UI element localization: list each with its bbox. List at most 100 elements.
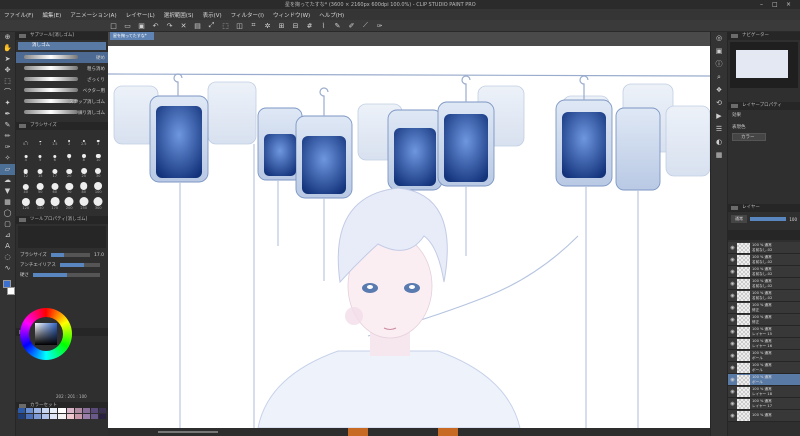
- menu-file[interactable]: ファイル(F): [4, 11, 33, 19]
- figure-tool-icon[interactable]: ◯: [0, 208, 15, 219]
- color-history-icon[interactable]: ◐: [711, 136, 727, 149]
- ruler-snap-icon[interactable]: ⊟: [292, 22, 299, 30]
- layer-row[interactable]: ◉ 100 % 通常 レイヤー 15: [728, 326, 800, 338]
- eye-icon[interactable]: ◉: [728, 293, 737, 299]
- horizontal-scrollbar[interactable]: [158, 431, 218, 433]
- line-correction-icon[interactable]: ∿: [0, 263, 15, 274]
- text-tool-icon[interactable]: A: [0, 241, 15, 252]
- subtool-group-tab[interactable]: 消しゴム: [18, 42, 106, 50]
- open-file-icon[interactable]: ▭: [124, 22, 131, 30]
- menu-selection[interactable]: 選択範囲(S): [164, 11, 194, 19]
- eye-icon[interactable]: ◉: [728, 413, 737, 419]
- brush-size-preset[interactable]: 250: [77, 196, 91, 210]
- brush-size-preset[interactable]: 80: [77, 180, 91, 194]
- brush-tool-icon[interactable]: ✑: [0, 142, 15, 153]
- subtool-item[interactable]: ざっくり: [16, 74, 108, 85]
- brush-size-preset[interactable]: 170: [48, 196, 62, 210]
- eye-icon[interactable]: ◉: [728, 389, 737, 395]
- sub-color-swatch[interactable]: [7, 287, 15, 295]
- material-icon[interactable]: ❖: [711, 84, 727, 97]
- tool-property-slider[interactable]: [50, 253, 90, 257]
- brush-size-preset[interactable]: 120: [19, 196, 33, 210]
- pen-tool-icon[interactable]: ✎: [0, 120, 15, 131]
- brush-size-preset[interactable]: 0.7: [19, 132, 33, 146]
- brush-size-preset[interactable]: 12: [19, 164, 33, 178]
- zoom-tool-icon[interactable]: ⊕: [0, 32, 15, 43]
- menu-layer[interactable]: レイヤー(L): [126, 11, 155, 19]
- history-icon[interactable]: ⟲: [711, 97, 727, 110]
- palette-swatch[interactable]: [90, 414, 98, 419]
- blend-mode-select[interactable]: 通常: [731, 215, 747, 223]
- brush-size-preset[interactable]: 100: [92, 180, 106, 194]
- auto-action-icon[interactable]: ▶: [711, 110, 727, 123]
- info-icon[interactable]: ⓘ: [711, 58, 727, 71]
- palette-swatch[interactable]: [82, 408, 90, 413]
- stabilizer-icon[interactable]: ⟋: [362, 21, 369, 30]
- palette-swatch[interactable]: [82, 414, 90, 419]
- brush-size-preset[interactable]: 17: [48, 164, 62, 178]
- brush-size-preset[interactable]: 50: [34, 180, 48, 194]
- palette-swatch[interactable]: [90, 408, 98, 413]
- eye-icon[interactable]: ◉: [728, 317, 737, 323]
- menu-view[interactable]: 表示(V): [203, 11, 222, 19]
- brush-size-preset[interactable]: 8: [77, 148, 91, 162]
- move-tool-icon[interactable]: ✋: [0, 43, 15, 54]
- transform-icon[interactable]: ⤢: [208, 21, 215, 30]
- eyedropper-icon[interactable]: ✒: [0, 109, 15, 120]
- brush-size-preset[interactable]: 7: [63, 148, 77, 162]
- subtool-item[interactable]: 練り消しゴム: [16, 107, 108, 118]
- maximize-button[interactable]: □: [772, 1, 778, 8]
- palette-swatch[interactable]: [50, 414, 58, 419]
- selection-tool-icon[interactable]: ⬚: [0, 76, 15, 87]
- eye-icon[interactable]: ◉: [728, 269, 737, 275]
- brush-size-preset[interactable]: 3: [92, 132, 106, 146]
- palette-swatch[interactable]: [98, 408, 106, 413]
- subtool-item[interactable]: スナップ消しゴム: [16, 96, 108, 107]
- eye-icon[interactable]: ◉: [728, 245, 737, 251]
- save-icon[interactable]: ▣: [138, 22, 145, 30]
- redo-icon[interactable]: ↷: [166, 22, 173, 30]
- crop-icon[interactable]: ⌗: [250, 21, 257, 30]
- navigator-preview[interactable]: [730, 42, 798, 88]
- clear-icon[interactable]: ✕: [180, 22, 187, 30]
- settings-icon[interactable]: ✲: [264, 22, 271, 30]
- deselect-icon[interactable]: ⬚: [222, 22, 229, 30]
- eye-icon[interactable]: ◉: [728, 305, 737, 311]
- subtool-item[interactable]: 粗ら消め: [16, 63, 108, 74]
- palette-swatch[interactable]: [42, 414, 50, 419]
- close-button[interactable]: ×: [786, 1, 791, 8]
- frame-tool-icon[interactable]: ▢: [0, 219, 15, 230]
- brush-size-preset[interactable]: 40: [19, 180, 33, 194]
- palette-swatch[interactable]: [58, 414, 66, 419]
- palette-swatch[interactable]: [34, 408, 42, 413]
- menu-edit[interactable]: 編集(E): [42, 11, 61, 19]
- brush-size-preset[interactable]: 20: [63, 164, 77, 178]
- expression-color-select[interactable]: カラー: [732, 133, 766, 141]
- palette-swatch[interactable]: [98, 414, 106, 419]
- ruler-tool-icon[interactable]: ⊿: [0, 230, 15, 241]
- special-ruler-icon[interactable]: ⌇: [320, 22, 327, 30]
- brush-size-preset[interactable]: 1: [34, 132, 48, 146]
- layer-row[interactable]: ◉ 100 % 通常 名前なし-02: [728, 278, 800, 290]
- undo-icon[interactable]: ↶: [152, 22, 159, 30]
- layer-search-icon[interactable]: ☰: [711, 123, 727, 136]
- palette-swatch[interactable]: [74, 408, 82, 413]
- eye-icon[interactable]: ◉: [728, 365, 737, 371]
- layer-row[interactable]: ◉ 100 % 通常 ボール: [728, 374, 800, 386]
- layer-row[interactable]: ◉ 100 % 通常 名前なし-02: [728, 266, 800, 278]
- palette-swatch[interactable]: [26, 408, 34, 413]
- tool-property-slider[interactable]: [59, 263, 100, 267]
- brush-size-preset[interactable]: 4: [19, 148, 33, 162]
- invert-selection-icon[interactable]: ◫: [236, 22, 243, 30]
- palette-swatch[interactable]: [66, 408, 74, 413]
- brush-icon[interactable]: ✑: [376, 22, 383, 30]
- menu-filter[interactable]: フィルター(I): [231, 11, 264, 19]
- layer-row[interactable]: ◉ 100 % 通常 名前なし-02: [728, 242, 800, 254]
- eye-icon[interactable]: ◉: [728, 377, 737, 383]
- subtool-item[interactable]: ベクター用: [16, 85, 108, 96]
- menu-animation[interactable]: アニメーション(A): [70, 11, 116, 19]
- layer-opacity-slider[interactable]: [750, 217, 787, 221]
- brush-size-preset[interactable]: 6: [48, 148, 62, 162]
- snap-icon[interactable]: ⊞: [278, 22, 285, 30]
- layer-row[interactable]: ◉ 100 % 通常 レイヤー 17: [728, 398, 800, 410]
